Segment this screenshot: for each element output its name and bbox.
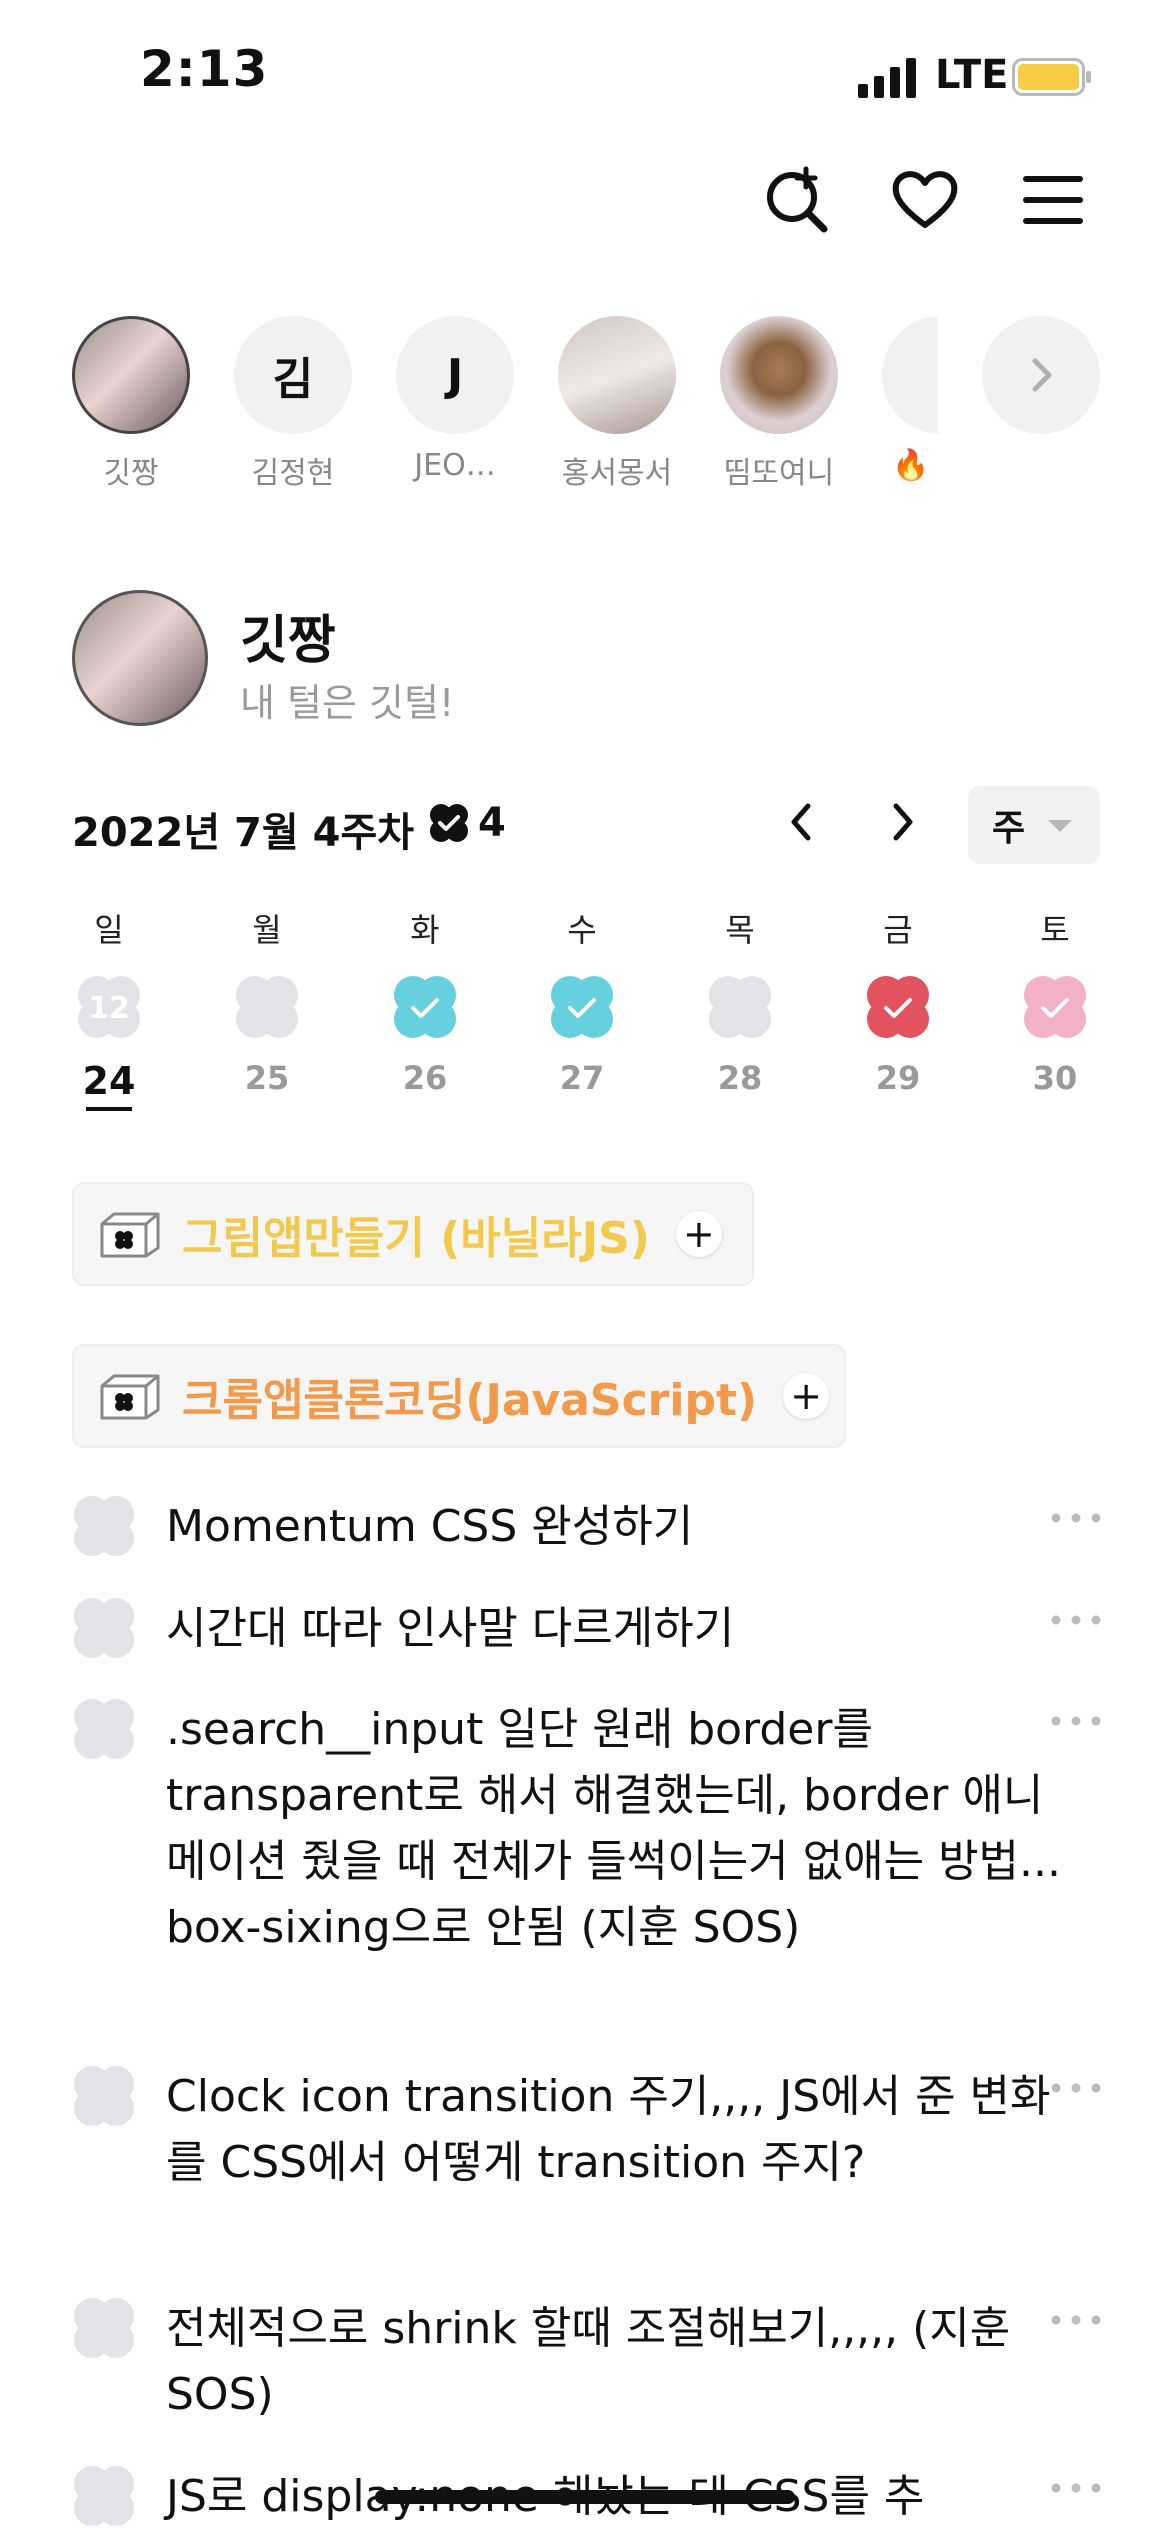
category-name: 그림앱만들기 (바닐라JS)	[182, 1213, 650, 1264]
battery-icon	[1012, 58, 1091, 96]
heart-icon[interactable]	[890, 165, 960, 235]
done-check-icon	[551, 976, 613, 1038]
story-avatar: 🔥	[882, 316, 938, 434]
network-label: LTE	[935, 52, 1009, 98]
todo-item: Momentum CSS 완성하기	[72, 1494, 1102, 1564]
todo-checkbox[interactable]	[72, 2064, 136, 2128]
day-date: 29	[875, 1059, 921, 1097]
week-day[interactable]: 일 12 24	[64, 905, 154, 1111]
check-badge-icon	[430, 804, 468, 842]
story-avatar	[72, 316, 190, 434]
week-day[interactable]: 금 29	[853, 905, 943, 1097]
todo-text[interactable]: .search__input 일단 원래 border를 transparent…	[166, 1697, 1066, 1961]
category-name: 크롬앱클론코딩(JavaScript)	[182, 1375, 758, 1426]
more-icon[interactable]	[1050, 2314, 1102, 2326]
svg-text:12: 12	[88, 991, 130, 1026]
day-name: 일	[94, 911, 124, 949]
day-date: 24	[82, 1059, 136, 1103]
more-icon[interactable]	[1050, 1715, 1102, 1727]
status-time: 2:13	[140, 40, 269, 98]
todo-item: 전체적으로 shrink 할때 조절해보기,,,,, (지훈 SOS)	[72, 2296, 1102, 2420]
stories-next-button[interactable]	[982, 316, 1100, 434]
more-icon[interactable]	[1050, 2482, 1102, 2494]
story-item-partial[interactable]: 🔥 🔥	[882, 316, 938, 516]
day-date: 30	[1032, 1059, 1078, 1097]
story-item[interactable]: 홍서몽서	[558, 316, 676, 492]
today-underline	[86, 1107, 132, 1111]
box-icon	[100, 1212, 160, 1258]
story-item[interactable]: 김 김정현	[234, 316, 352, 492]
story-avatar: J	[396, 316, 514, 434]
done-check-icon	[394, 976, 456, 1038]
chevron-down-icon	[1048, 820, 1072, 832]
todo-item: .search__input 일단 원래 border를 transparent…	[72, 1697, 1102, 1953]
story-avatar: 김	[234, 316, 352, 434]
box-icon	[100, 1374, 160, 1420]
story-name: JEO…	[414, 448, 496, 483]
chevron-right-icon	[1032, 358, 1052, 392]
week-day[interactable]: 목 28	[695, 905, 785, 1097]
day-name: 토	[1040, 911, 1070, 949]
category-chip[interactable]: 그림앱만들기 (바닐라JS) +	[72, 1182, 754, 1286]
profile-bio: 내 털은 깃털!	[240, 681, 455, 725]
todo-checkbox[interactable]	[72, 1596, 136, 1660]
todo-item: Clock icon transition 주기,,,, JS에서 준 변화를 …	[72, 2064, 1102, 2188]
story-name: 띰또여니	[723, 456, 835, 491]
search-plus-icon[interactable]	[762, 165, 832, 235]
more-icon[interactable]	[1050, 1512, 1102, 1524]
add-todo-button[interactable]: +	[675, 1211, 722, 1257]
profile-name: 깃짱	[240, 611, 336, 671]
todo-checkbox[interactable]	[72, 2296, 136, 2360]
empty-flower-icon	[236, 976, 298, 1038]
todo-checkbox[interactable]	[72, 1697, 136, 1761]
week-done-count: 4	[478, 800, 506, 846]
day-date: 27	[559, 1059, 605, 1097]
view-mode-select[interactable]: 주	[968, 786, 1100, 864]
story-item[interactable]: 깃짱	[72, 316, 190, 492]
home-indicator	[375, 2490, 795, 2504]
done-check-icon	[1024, 976, 1086, 1038]
todo-text[interactable]: 전체적으로 shrink 할때 조절해보기,,,,, (지훈 SOS)	[166, 2296, 1066, 2428]
story-name: 김정현	[251, 456, 335, 491]
story-item[interactable]: J JEO…	[396, 316, 514, 483]
story-item[interactable]: 띰또여니	[720, 316, 838, 492]
signal-icon	[858, 58, 916, 98]
todo-text[interactable]: Momentum CSS 완성하기	[166, 1494, 1066, 1560]
day-date: 25	[244, 1059, 290, 1097]
story-avatar	[720, 316, 838, 434]
week-day[interactable]: 수 27	[537, 905, 627, 1097]
menu-icon[interactable]	[1018, 165, 1088, 235]
empty-flower-icon	[709, 976, 771, 1038]
week-label: 2022년 7월 4주차	[72, 810, 415, 856]
todo-item: 시간대 따라 인사말 다르게하기	[72, 1596, 1102, 1666]
week-day[interactable]: 토 30	[1010, 905, 1100, 1097]
next-week-button[interactable]	[880, 800, 924, 844]
more-icon[interactable]	[1050, 1614, 1102, 1626]
story-name: 홍서몽서	[561, 456, 673, 491]
done-check-icon	[867, 976, 929, 1038]
day-name: 월	[252, 911, 282, 949]
day-name: 화	[410, 911, 440, 949]
empty-flower-icon: 12	[78, 976, 140, 1038]
todo-text[interactable]: Clock icon transition 주기,,,, JS에서 준 변화를 …	[166, 2064, 1066, 2196]
week-day[interactable]: 화 26	[380, 905, 470, 1097]
category-chip[interactable]: 크롬앱클론코딩(JavaScript) +	[72, 1344, 846, 1448]
week-day[interactable]: 월 25	[222, 905, 312, 1097]
day-date: 28	[717, 1059, 763, 1097]
todo-text[interactable]: 시간대 따라 인사말 다르게하기	[166, 1596, 1066, 1662]
day-name: 금	[883, 911, 913, 949]
add-todo-button[interactable]: +	[783, 1373, 830, 1419]
profile-avatar[interactable]	[72, 590, 208, 726]
story-avatar	[558, 316, 676, 434]
todo-checkbox[interactable]	[72, 1494, 136, 1558]
prev-week-button[interactable]	[780, 800, 824, 844]
day-date: 26	[402, 1059, 448, 1097]
todo-checkbox[interactable]	[72, 2464, 136, 2528]
view-mode-label: 주	[992, 808, 1026, 849]
more-icon[interactable]	[1050, 2082, 1102, 2094]
day-name: 목	[725, 911, 755, 949]
story-name: 🔥	[892, 448, 930, 483]
day-name: 수	[567, 911, 597, 949]
story-name: 깃짱	[103, 456, 159, 491]
